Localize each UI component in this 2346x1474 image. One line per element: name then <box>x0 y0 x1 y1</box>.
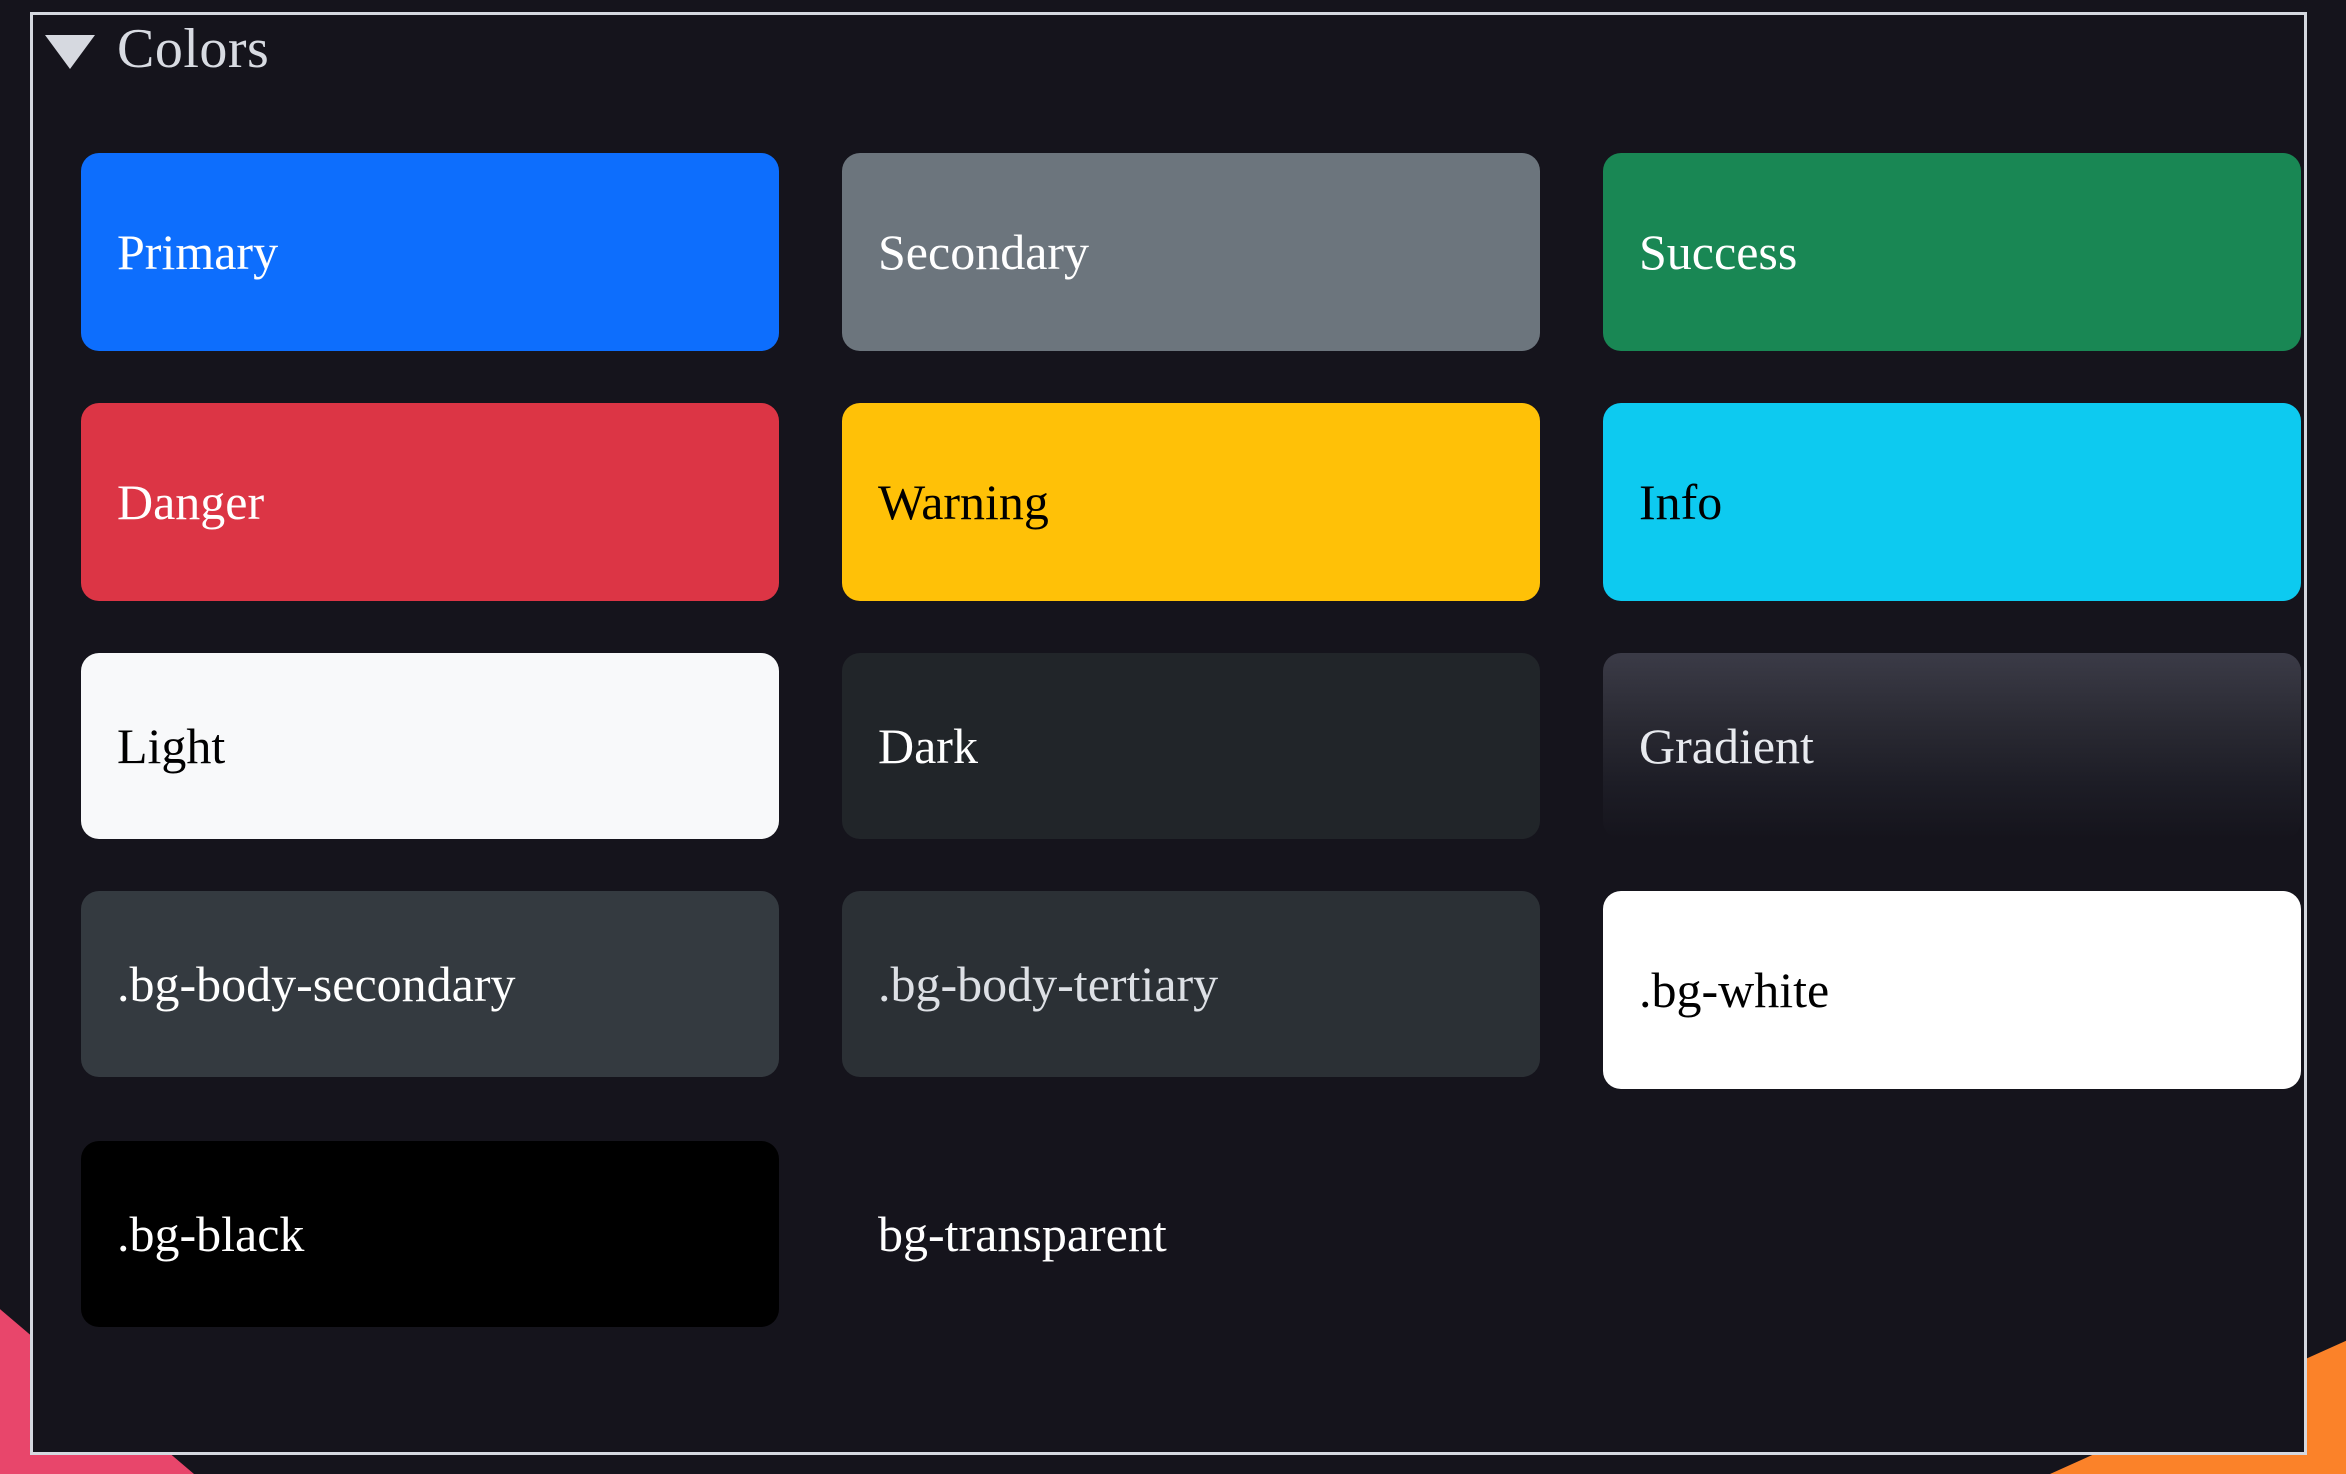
color-swatch-label: Info <box>1639 473 1723 530</box>
color-swatch[interactable]: Dark <box>842 653 1540 839</box>
color-swatch-label: Primary <box>117 223 279 280</box>
caret-down-icon[interactable] <box>45 35 95 69</box>
color-swatch[interactable]: Primary <box>81 153 779 351</box>
section-header[interactable]: Colors <box>45 21 269 77</box>
color-swatch-label: .bg-body-secondary <box>117 955 516 1012</box>
color-swatch-label: .bg-body-tertiary <box>878 955 1219 1012</box>
color-swatch[interactable]: .bg-body-secondary <box>81 891 779 1077</box>
color-swatch-label: Success <box>1639 223 1798 280</box>
colors-section-panel: Colors Primary Secondary Success Danger Warn… <box>30 12 2307 1455</box>
color-swatch-label: Dark <box>878 717 978 774</box>
color-swatch[interactable]: Light <box>81 653 779 839</box>
color-swatch[interactable]: Secondary <box>842 153 1540 351</box>
color-swatch[interactable]: Info <box>1603 403 2301 601</box>
color-swatch[interactable]: bg-transparent <box>842 1141 1540 1327</box>
color-swatch-label: .bg-black <box>117 1205 305 1262</box>
color-swatch[interactable]: Gradient <box>1603 653 2301 839</box>
color-swatch-label: Light <box>117 717 226 774</box>
color-swatch-label: .bg-white <box>1639 961 1830 1018</box>
page-title: Colors <box>117 18 270 80</box>
color-swatch-label: Gradient <box>1639 717 1814 774</box>
color-swatch[interactable]: Success <box>1603 153 2301 351</box>
color-swatch-label: Secondary <box>878 223 1090 280</box>
color-swatch-label: Danger <box>117 473 265 530</box>
color-swatch[interactable]: .bg-white <box>1603 891 2301 1089</box>
color-swatch[interactable]: .bg-body-tertiary <box>842 891 1540 1077</box>
color-swatch[interactable]: Warning <box>842 403 1540 601</box>
color-swatch[interactable]: .bg-black <box>81 1141 779 1327</box>
color-swatch-grid: Primary Secondary Success Danger Warning Info… <box>81 153 2301 1327</box>
color-swatch-label: bg-transparent <box>878 1205 1167 1262</box>
color-swatch[interactable]: Danger <box>81 403 779 601</box>
color-swatch-label: Warning <box>878 473 1049 530</box>
